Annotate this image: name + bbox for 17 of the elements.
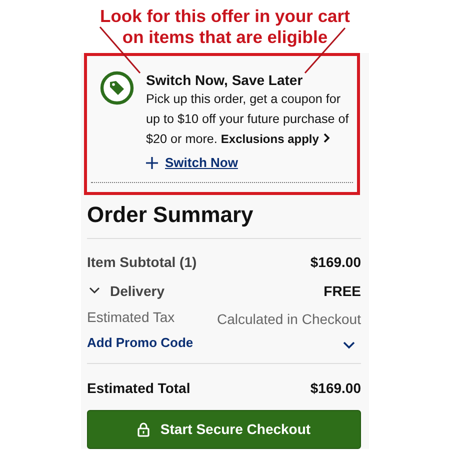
switch-now-link[interactable]: Switch Now: [146, 155, 238, 170]
delivery-price: FREE: [324, 282, 361, 298]
row-value: $169.00: [310, 254, 361, 270]
checkout-button[interactable]: Start Secure Checkout: [87, 410, 361, 448]
row-label: Estimated Tax: [87, 308, 175, 324]
exclusions-link[interactable]: Exclusions apply: [220, 132, 319, 146]
row-value: Calculated in Checkout: [217, 310, 361, 326]
row-label: Item Subtotal (1): [87, 254, 197, 270]
order-summary-heading: Order Summary: [87, 202, 254, 228]
offer-title: Switch Now, Save Later: [146, 72, 304, 88]
offer-description: Pick up this order, get a coupon for up to $10 off your future purchase of $20 or more. Exclusions apply: [146, 91, 350, 148]
annotation-text: Look for this offer in your cart: [100, 6, 350, 27]
add-promo-code-link[interactable]: Add Promo Code: [87, 334, 194, 350]
total-value: $169.00: [310, 380, 361, 396]
total-label: Estimated Total: [87, 380, 190, 396]
annotation-text: on items that are eligible: [122, 27, 328, 48]
delivery-toggle[interactable]: Delivery: [87, 282, 164, 298]
